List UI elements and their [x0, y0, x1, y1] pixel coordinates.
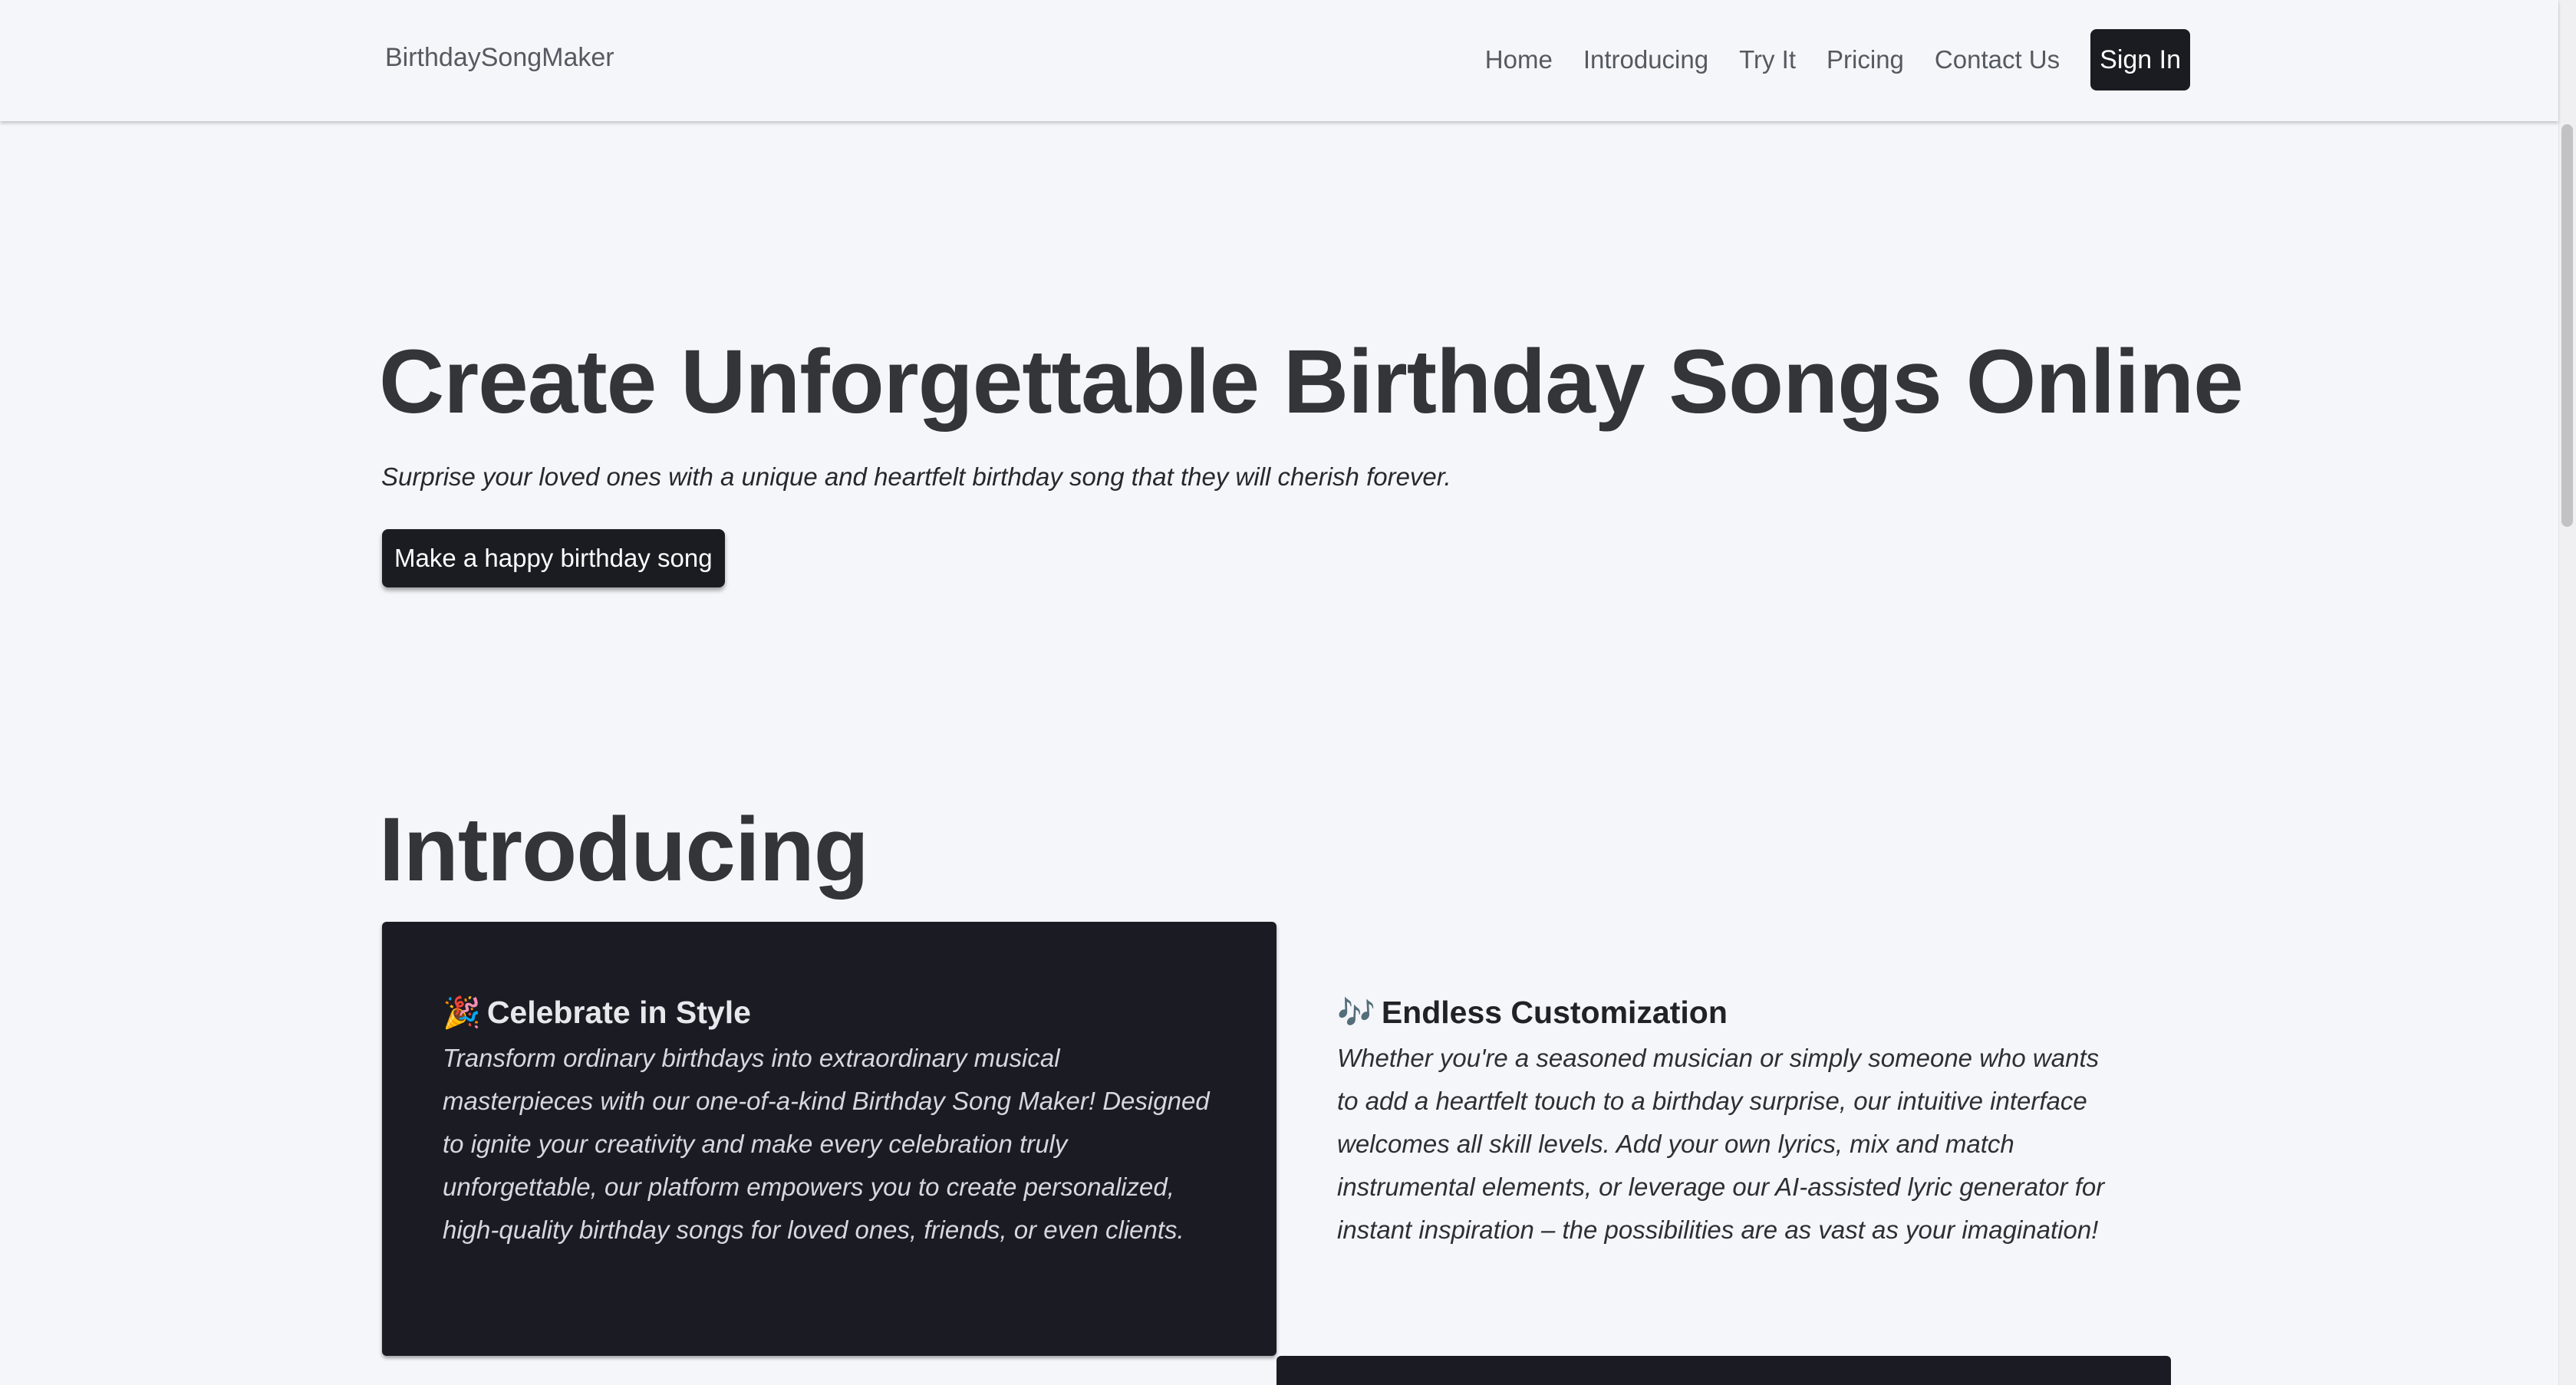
sign-in-button[interactable]: Sign In: [2090, 29, 2190, 90]
nav-link-pricing[interactable]: Pricing: [1827, 29, 1904, 90]
nav-link-try-it[interactable]: Try It: [1739, 29, 1796, 90]
feature-card-customization: 🎶 Endless Customization Whether you're a…: [1276, 922, 2171, 1356]
hero-title: Create Unforgettable Birthday Songs Onli…: [379, 331, 2244, 433]
hero-subtitle: Surprise your loved ones with a unique a…: [381, 462, 1451, 491]
feature-card-title: 🎉 Celebrate in Style: [443, 989, 1215, 1035]
scrollbar-thumb[interactable]: [2561, 124, 2573, 527]
scrollbar-track[interactable]: [2558, 0, 2576, 1385]
navbar: BirthdaySongMaker Home Introducing Try I…: [0, 0, 2558, 121]
make-song-button[interactable]: Make a happy birthday song: [382, 529, 725, 587]
musical-notes-icon: 🎶: [1337, 995, 1375, 1030]
brand-logo-link[interactable]: BirthdaySongMaker: [385, 43, 614, 73]
feature-card-title-text: Celebrate in Style: [486, 994, 751, 1030]
feature-card-title: 🎶 Endless Customization: [1337, 989, 2110, 1035]
feature-card-celebrate: 🎉 Celebrate in Style Transform ordinary …: [382, 922, 1276, 1356]
nav-links: Home Introducing Try It Pricing Contact …: [1485, 29, 2190, 90]
feature-card-title-text: Endless Customization: [1381, 994, 1728, 1030]
nav-link-introducing[interactable]: Introducing: [1583, 29, 1708, 90]
party-popper-icon: 🎉: [443, 995, 481, 1030]
page: BirthdaySongMaker Home Introducing Try I…: [0, 0, 2576, 1385]
next-feature-card: [1276, 1356, 2171, 1385]
nav-link-home[interactable]: Home: [1485, 29, 1553, 90]
nav-link-contact-us[interactable]: Contact Us: [1935, 29, 2060, 90]
introducing-heading: Introducing: [379, 799, 869, 900]
feature-card-text: Whether you're a seasoned musician or si…: [1337, 1044, 2105, 1244]
feature-card-text: Transform ordinary birthdays into extrao…: [443, 1044, 1210, 1244]
